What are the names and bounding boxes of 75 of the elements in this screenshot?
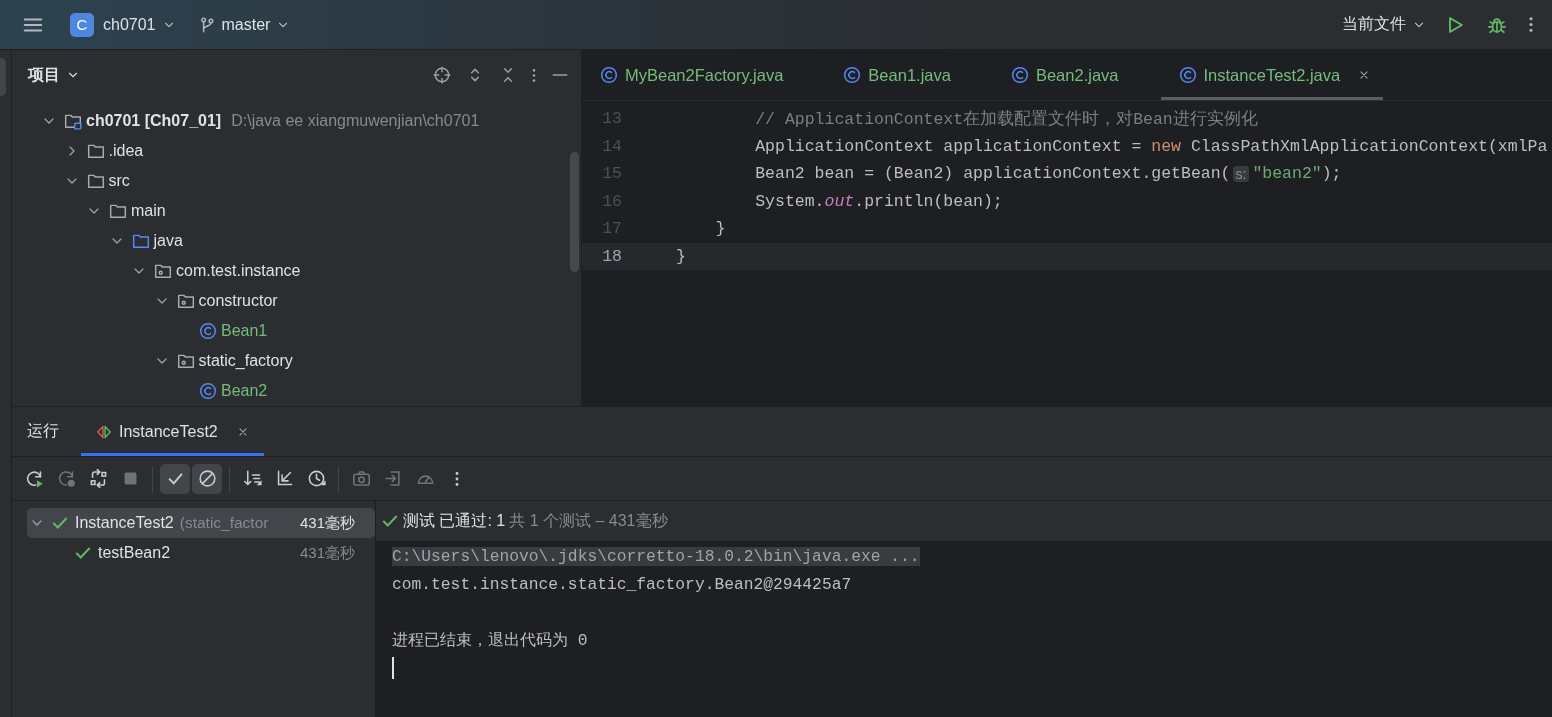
project-view-selector[interactable]: 项目 xyxy=(20,61,88,89)
rerun-failed-icon xyxy=(56,469,76,488)
code-text: .println(bean); xyxy=(854,191,1003,211)
code-text: ); xyxy=(1321,164,1342,184)
class-icon xyxy=(199,322,217,340)
project-selector[interactable]: C ch0701 xyxy=(62,8,184,41)
test-result: 测试 已通过: 1 xyxy=(403,510,506,531)
tree-item[interactable]: java xyxy=(153,232,183,250)
more-icon xyxy=(455,471,459,486)
package-folder-icon xyxy=(176,292,195,310)
console-output: 进程已结束，退出代码为 0 xyxy=(392,630,588,651)
code-text: Bean2 bean = (Bean2) applicationContext.getBean( xyxy=(754,164,1231,184)
run-config-selector[interactable]: 当前文件 xyxy=(1334,8,1434,41)
test-location: (static_factor xyxy=(179,514,269,532)
camera-icon xyxy=(351,469,371,488)
tree-item[interactable]: main xyxy=(131,202,166,220)
tree-item[interactable]: ch0701 [Ch07_01] xyxy=(86,112,222,130)
scrollbar-thumb[interactable] xyxy=(570,152,579,272)
project-icon: C xyxy=(70,12,94,37)
editor-tab[interactable]: InstanceTest2.java xyxy=(1160,50,1384,100)
class-icon xyxy=(600,66,618,84)
console-command: C:\Users\lenovo\.jdks\corretto-18.0.2\bin\java.exe ... xyxy=(392,546,920,566)
code-field: out xyxy=(824,191,855,211)
project-path: D:\java ee xiangmuwenjian\ch0701 xyxy=(231,112,480,130)
folder-icon xyxy=(109,202,127,220)
code-text: ApplicationContext applicationContext = xyxy=(754,136,1143,156)
panel-title: 运行 xyxy=(26,421,60,441)
sort-icon xyxy=(242,469,262,488)
toggle-auto-icon xyxy=(88,469,108,488)
more-icon[interactable] xyxy=(532,68,536,82)
tree-item[interactable]: constructor xyxy=(198,292,278,310)
test-item[interactable]: InstanceTest2 xyxy=(75,514,174,532)
branch-selector[interactable]: master xyxy=(189,8,299,41)
code-text: } xyxy=(714,219,726,239)
code-string: "bean2" xyxy=(1252,164,1322,184)
console-output: com.test.instance.static_factory.Bean2@294425a7 xyxy=(392,574,852,594)
test-summary: 共 1 个测试 – 431毫秒 xyxy=(509,510,668,531)
editor-tab[interactable]: MyBean2Factory.java xyxy=(582,50,826,100)
tree-item[interactable]: static_factory xyxy=(198,352,293,370)
class-icon xyxy=(843,66,862,84)
tree-item[interactable]: Bean1 xyxy=(221,322,268,340)
folder-icon xyxy=(86,142,105,160)
code-keyword: new xyxy=(1151,136,1181,156)
folder-icon xyxy=(131,232,150,250)
code-comment: // ApplicationContext在加载配置文件时，对Bean进行实例化 xyxy=(754,108,1258,130)
class-icon xyxy=(199,382,217,400)
tree-item[interactable]: src xyxy=(108,172,130,190)
test-item[interactable]: testBean2 xyxy=(98,544,171,562)
checkmark-button[interactable] xyxy=(160,463,190,494)
test-duration: 431毫秒 xyxy=(299,543,355,563)
ignored-button[interactable] xyxy=(192,463,222,494)
run-tab[interactable]: InstanceTest2 xyxy=(81,407,264,456)
package-folder-icon xyxy=(154,262,172,280)
tree-item[interactable]: .idea xyxy=(108,142,144,160)
class-icon xyxy=(1010,66,1029,84)
more-icon xyxy=(1529,17,1533,32)
locate-icon[interactable] xyxy=(433,66,451,84)
code-text: System. xyxy=(754,191,825,211)
parameter-hint: s: xyxy=(1232,165,1250,182)
export-icon xyxy=(383,469,403,488)
code-text: ClassPathXmlApplicationContext(xmlPa xyxy=(1189,136,1548,156)
tree-item[interactable]: com.test.instance xyxy=(176,262,301,280)
history-icon xyxy=(306,469,326,488)
ignored-icon xyxy=(197,469,217,488)
rerun-icon xyxy=(24,469,44,488)
test-duration: 431毫秒 xyxy=(299,513,355,533)
package-folder-icon xyxy=(176,352,195,370)
editor-tab[interactable]: Bean2.java xyxy=(992,50,1161,100)
line-number: 18 xyxy=(601,246,622,266)
editor-tab[interactable]: Bean1.java xyxy=(825,50,993,100)
class-icon xyxy=(1178,66,1197,84)
code-text: } xyxy=(676,246,686,266)
tree-item[interactable]: Bean2 xyxy=(221,382,268,400)
folder-icon xyxy=(86,172,105,190)
module-folder-icon xyxy=(64,112,82,130)
